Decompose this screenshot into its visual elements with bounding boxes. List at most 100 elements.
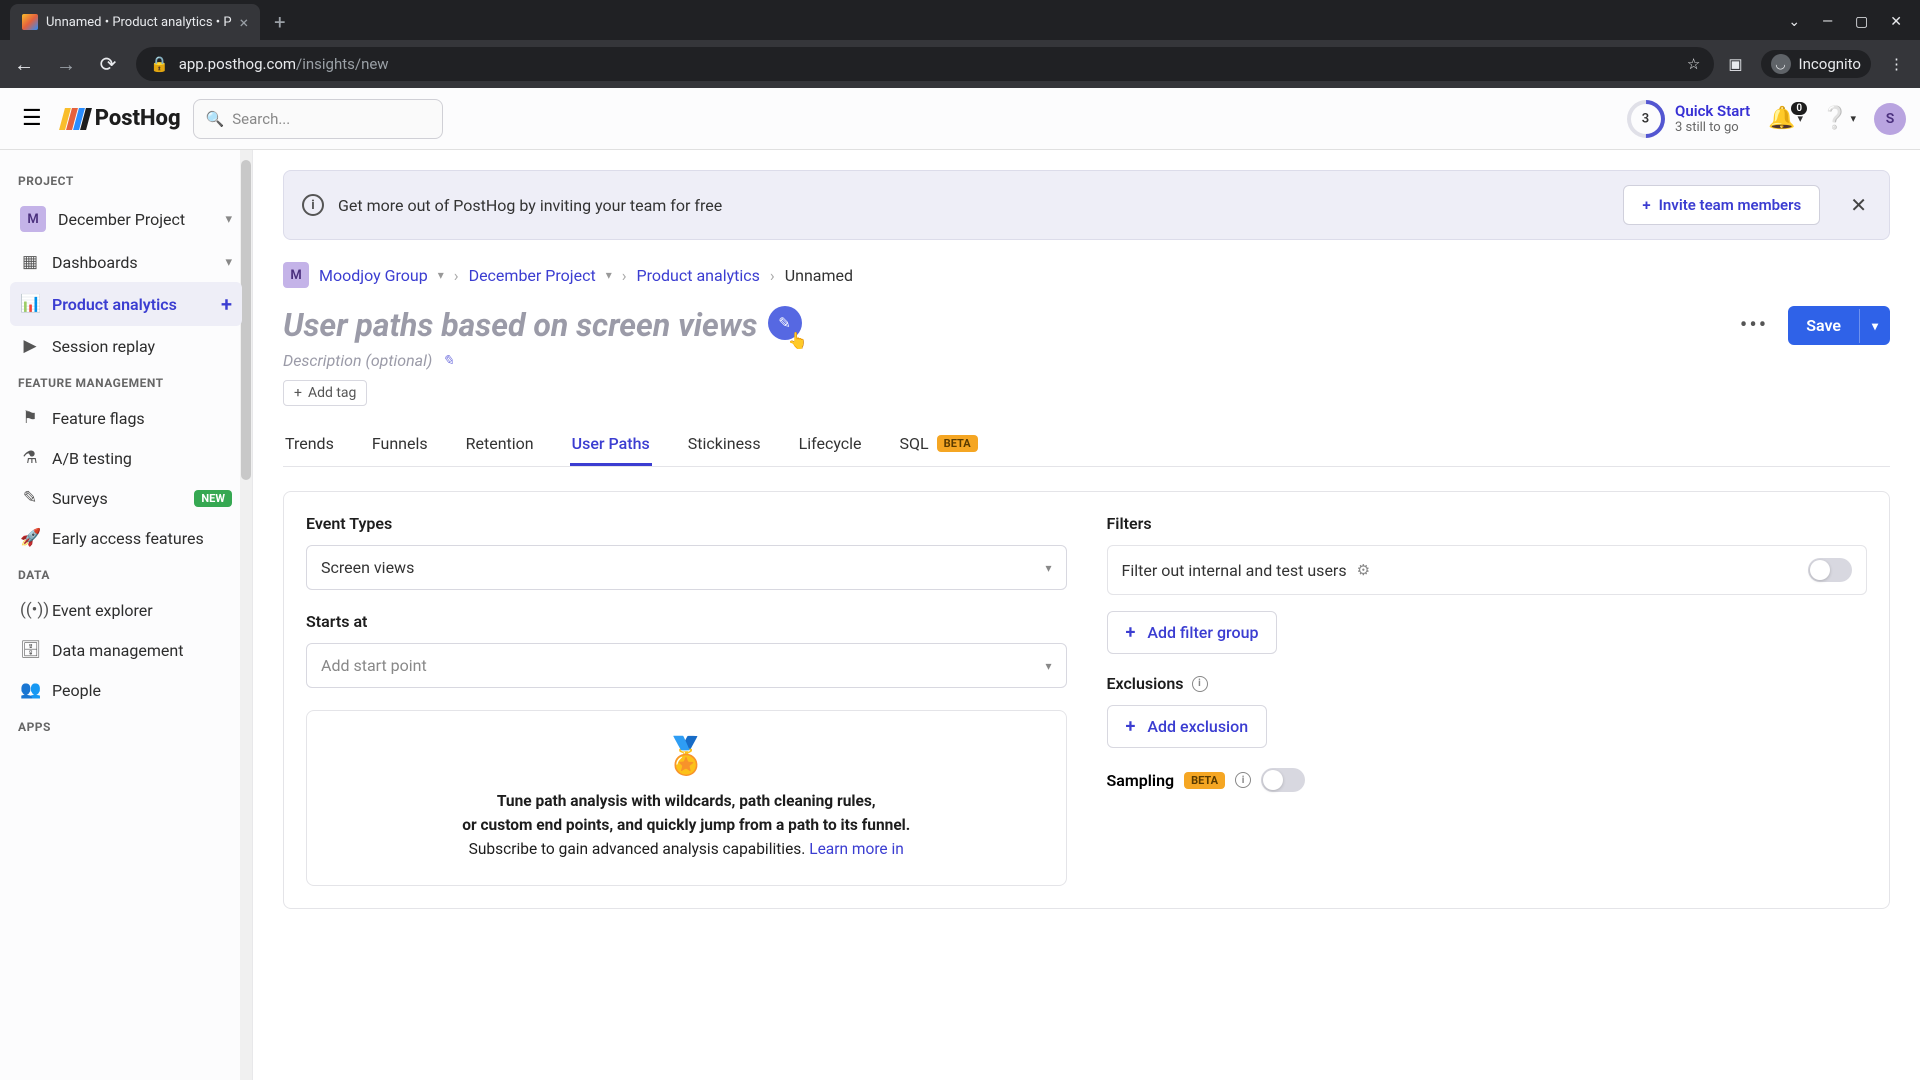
chevron-down-icon[interactable]: ⌄ xyxy=(1788,14,1800,30)
sidebar-item-early-access[interactable]: 🚀 Early access features xyxy=(10,518,242,558)
browser-tab[interactable]: Unnamed • Product analytics • P × xyxy=(10,4,260,40)
breadcrumb-current: Unnamed xyxy=(785,266,853,285)
medal-icon: 🏅 xyxy=(664,735,709,777)
chevron-down-icon: ▾ xyxy=(1850,112,1856,125)
invite-team-button[interactable]: + Invite team members xyxy=(1623,185,1820,225)
sidebar-item-ab-testing[interactable]: ⚗ A/B testing xyxy=(10,438,242,478)
sidebar-item-label: Surveys xyxy=(52,489,108,508)
tab-close-icon[interactable]: × xyxy=(240,13,249,32)
learn-more-link[interactable]: Learn more in xyxy=(809,840,904,858)
edit-title-button[interactable]: ✎ 👆 xyxy=(768,306,802,340)
breadcrumb-org[interactable]: Moodjoy Group xyxy=(319,266,428,285)
minimize-icon[interactable]: — xyxy=(1822,14,1833,30)
browser-chrome: Unnamed • Product analytics • P × + ⌄ — … xyxy=(0,0,1920,88)
plus-icon[interactable]: + xyxy=(221,292,232,316)
project-switcher[interactable]: M December Project ▾ xyxy=(10,196,242,242)
sidebar-item-data-management[interactable]: 🗄 Data management xyxy=(10,630,242,670)
chevron-down-icon: ▾ xyxy=(225,255,232,270)
filter-internal-toggle[interactable] xyxy=(1808,558,1852,582)
event-types-select[interactable]: Screen views ▾ xyxy=(306,545,1067,590)
tab-lifecycle[interactable]: Lifecycle xyxy=(797,424,864,466)
breadcrumb-section[interactable]: Product analytics xyxy=(637,266,760,285)
maximize-icon[interactable]: ▢ xyxy=(1855,14,1868,30)
url-bar[interactable]: 🔒 app.posthog.com/insights/new ☆ xyxy=(136,47,1714,81)
user-avatar[interactable]: S xyxy=(1874,103,1906,135)
forward-icon[interactable]: → xyxy=(52,52,80,77)
breadcrumb: M Moodjoy Group ▾ › December Project ▾ ›… xyxy=(283,262,1890,288)
gear-icon[interactable]: ⚙ xyxy=(1357,561,1370,579)
tab-trends[interactable]: Trends xyxy=(283,424,336,466)
help-button[interactable]: ❔ ▾ xyxy=(1821,106,1856,131)
sidebar-item-session-replay[interactable]: ▶ Session replay xyxy=(10,326,242,366)
new-tab-button[interactable]: + xyxy=(260,4,299,40)
close-window-icon[interactable]: ✕ xyxy=(1890,14,1902,30)
browser-tab-bar: Unnamed • Product analytics • P × + ⌄ — … xyxy=(0,0,1920,40)
logo[interactable]: PostHog xyxy=(62,106,181,131)
tab-retention[interactable]: Retention xyxy=(464,424,536,466)
quick-start-button[interactable]: 3 Quick Start 3 still to go xyxy=(1627,100,1750,138)
tab-user-paths[interactable]: User Paths xyxy=(570,424,652,466)
promo-text: Tune path analysis with wildcards, path … xyxy=(497,792,876,810)
chevron-right-icon: › xyxy=(454,266,459,285)
tab-favicon-icon xyxy=(22,14,38,30)
notifications-button[interactable]: 🔔 0 ▾ xyxy=(1768,106,1803,131)
database-icon: 🗄 xyxy=(20,640,40,660)
tab-funnels[interactable]: Funnels xyxy=(370,424,430,466)
extensions-icon[interactable]: ▣ xyxy=(1728,55,1742,73)
tab-stickiness[interactable]: Stickiness xyxy=(686,424,763,466)
filters-label: Filters xyxy=(1107,514,1868,533)
sidebar-item-event-explorer[interactable]: ((•)) Event explorer xyxy=(10,590,242,630)
info-icon[interactable]: i xyxy=(1235,772,1251,788)
description-input[interactable]: Description (optional) xyxy=(283,351,432,370)
section-label-data: DATA xyxy=(10,558,242,590)
info-icon[interactable]: i xyxy=(1192,676,1208,692)
flag-icon: ⚑ xyxy=(20,408,40,428)
reload-icon[interactable]: ⟳ xyxy=(94,52,122,76)
sidebar-item-people[interactable]: 👥 People xyxy=(10,670,242,710)
banner-close-icon[interactable]: ✕ xyxy=(1846,189,1871,221)
sidebar-item-feature-flags[interactable]: ⚑ Feature flags xyxy=(10,398,242,438)
project-avatar: M xyxy=(20,206,46,232)
config-panel: Event Types Screen views ▾ Starts at Add… xyxy=(283,491,1890,909)
browser-menu-icon[interactable]: ⋮ xyxy=(1889,55,1904,73)
starts-at-label: Starts at xyxy=(306,612,1067,631)
save-dropdown-caret[interactable]: ▾ xyxy=(1859,309,1890,343)
beta-pill: BETA xyxy=(937,435,978,452)
add-exclusion-button[interactable]: + Add exclusion xyxy=(1107,705,1268,748)
incognito-chip[interactable]: ◡ Incognito xyxy=(1761,50,1871,78)
sidebar-item-dashboards[interactable]: ▦ Dashboards ▾ xyxy=(10,242,242,282)
chevron-down-icon[interactable]: ▾ xyxy=(606,268,612,282)
bookmark-star-icon[interactable]: ☆ xyxy=(1687,55,1700,73)
more-menu-button[interactable]: ••• xyxy=(1732,309,1776,342)
sidebar-item-surveys[interactable]: ✎ Surveys NEW xyxy=(10,478,242,518)
breadcrumb-project[interactable]: December Project xyxy=(469,266,596,285)
chevron-down-icon[interactable]: ▾ xyxy=(438,268,444,282)
add-filter-group-button[interactable]: + Add filter group xyxy=(1107,611,1278,654)
quick-start-title: Quick Start xyxy=(1675,102,1750,120)
sidebar: PROJECT M December Project ▾ ▦ Dashboard… xyxy=(0,150,253,1080)
scrollbar-thumb[interactable] xyxy=(241,160,251,480)
insight-title-input[interactable]: User paths based on screen views xyxy=(283,306,758,344)
search-input[interactable]: 🔍 Search... xyxy=(193,99,443,139)
plus-icon: + xyxy=(1126,716,1136,737)
tab-sql[interactable]: SQL BETA xyxy=(898,424,980,466)
rocket-icon: 🚀 xyxy=(20,528,40,548)
pencil-icon[interactable]: ✎ xyxy=(442,353,454,369)
insight-tabs: Trends Funnels Retention User Paths Stic… xyxy=(283,424,1890,467)
quick-start-sub: 3 still to go xyxy=(1675,120,1750,135)
event-types-label: Event Types xyxy=(306,514,1067,533)
start-point-select[interactable]: Add start point ▾ xyxy=(306,643,1067,688)
add-tag-button[interactable]: + Add tag xyxy=(283,380,367,406)
back-icon[interactable]: ← xyxy=(10,52,38,77)
hamburger-icon[interactable]: ☰ xyxy=(14,102,50,135)
sidebar-item-label: A/B testing xyxy=(52,449,132,468)
save-button[interactable]: Save ▾ xyxy=(1788,306,1890,345)
search-icon: 🔍 xyxy=(206,110,225,128)
sidebar-item-label: Event explorer xyxy=(52,601,153,620)
sidebar-item-analytics[interactable]: 📊 Product analytics + xyxy=(10,282,242,326)
chevron-right-icon: › xyxy=(622,266,627,285)
help-icon: ❔ xyxy=(1821,106,1848,131)
browser-toolbar: ← → ⟳ 🔒 app.posthog.com/insights/new ☆ ▣… xyxy=(0,40,1920,88)
sampling-label: Sampling xyxy=(1107,771,1175,790)
sampling-toggle[interactable] xyxy=(1261,768,1305,792)
